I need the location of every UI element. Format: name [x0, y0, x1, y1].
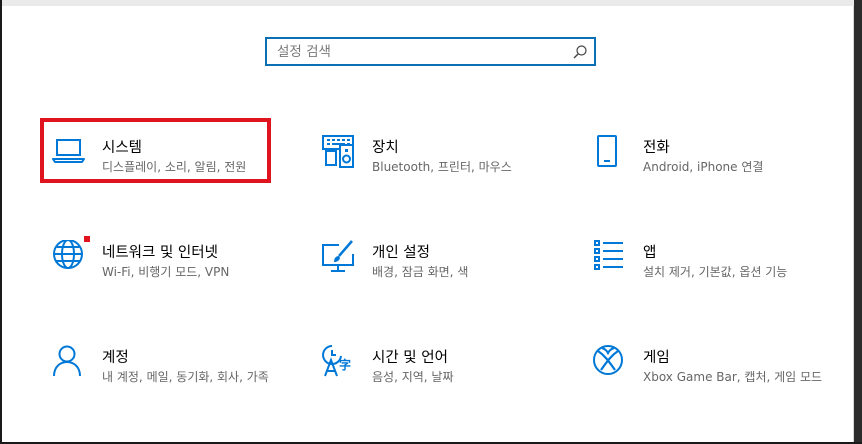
personalization-icon	[322, 240, 358, 276]
tile-description: Bluetooth, 프린터, 마우스	[372, 160, 512, 174]
time-language-icon: 字	[322, 345, 358, 381]
selection-highlight-box	[40, 118, 271, 183]
tile-title: 시간 및 언어	[372, 350, 448, 366]
tile-description: Android, iPhone 연결	[643, 160, 764, 174]
tile-phone[interactable]: 전화 Android, iPhone 연결	[593, 135, 843, 205]
xbox-icon	[593, 345, 629, 381]
tile-title: 전화	[643, 140, 670, 156]
tile-description: 설치 제거, 기본값, 옵션 기능	[643, 265, 788, 279]
search-box[interactable]	[265, 37, 596, 66]
person-icon	[52, 345, 88, 381]
tile-title: 장치	[372, 140, 399, 156]
tile-gaming[interactable]: 게임 Xbox Game Bar, 캡처, 게임 모드	[593, 345, 843, 415]
tile-title: 계정	[102, 350, 129, 366]
tile-accounts[interactable]: 계정 내 계정, 메일, 동기화, 회사, 가족	[52, 345, 302, 415]
tile-description: 내 계정, 메일, 동기화, 회사, 가족	[102, 370, 269, 384]
tile-title: 게임	[643, 350, 670, 366]
tile-description: 배경, 잠금 화면, 색	[372, 265, 469, 279]
search-input[interactable]	[267, 39, 577, 64]
tile-description: 음성, 지역, 날짜	[372, 370, 454, 384]
search-icon[interactable]	[572, 44, 588, 60]
window-right-border	[854, 0, 862, 444]
phone-icon	[593, 135, 629, 171]
window-top-bar	[0, 0, 862, 6]
tile-title: 앱	[643, 245, 657, 261]
tile-description: Xbox Game Bar, 캡처, 게임 모드	[643, 370, 823, 384]
scrollbar-track	[853, 6, 854, 444]
globe-icon	[52, 240, 88, 276]
svg-text:字: 字	[339, 357, 351, 372]
tile-title: 개인 설정	[372, 245, 430, 261]
apps-icon	[593, 240, 629, 276]
tile-personalization[interactable]: 개인 설정 배경, 잠금 화면, 색	[322, 240, 572, 310]
tile-network[interactable]: 네트워크 및 인터넷 Wi-Fi, 비행기 모드, VPN	[52, 240, 302, 310]
window-left-border	[0, 0, 2, 444]
tile-description: Wi-Fi, 비행기 모드, VPN	[102, 265, 230, 279]
tile-time-language[interactable]: 字 시간 및 언어 음성, 지역, 날짜	[322, 345, 572, 415]
tile-devices[interactable]: 장치 Bluetooth, 프린터, 마우스	[322, 135, 572, 205]
tile-title: 네트워크 및 인터넷	[102, 245, 218, 261]
tile-apps[interactable]: 앱 설치 제거, 기본값, 옵션 기능	[593, 240, 843, 310]
notification-badge	[84, 236, 90, 242]
devices-icon	[322, 135, 358, 171]
